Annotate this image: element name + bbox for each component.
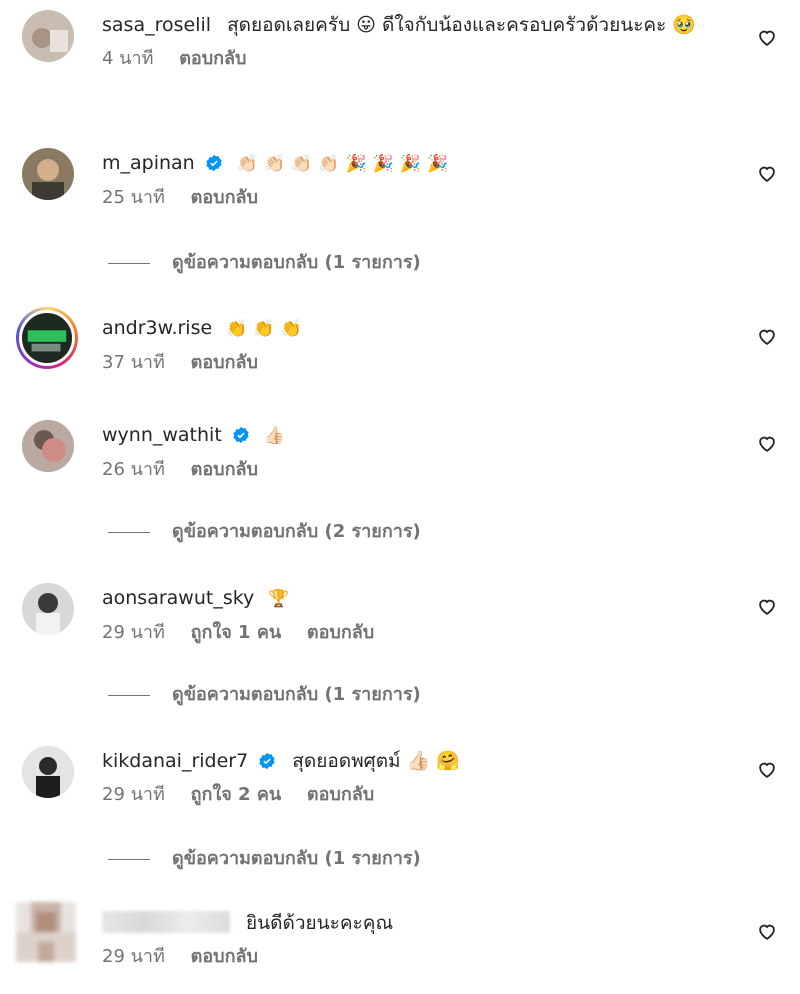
- heart-outline-icon[interactable]: [756, 325, 778, 347]
- comment-line: ยินดีด้วยนะคะคุณ: [102, 908, 740, 938]
- comment-meta: 25 นาที ตอบกลับ: [102, 185, 740, 211]
- reply-button[interactable]: ตอบกลับ: [191, 459, 258, 480]
- comment-username[interactable]: kikdanai_rider7: [102, 750, 248, 772]
- comment-meta: 29 นาที ถูกใจ 2 คน ตอบกลับ: [102, 782, 740, 808]
- comment-line: andr3w.rise 👏👏👏: [102, 313, 740, 344]
- comment-time[interactable]: 29 นาที: [102, 622, 165, 643]
- comment-username[interactable]: aonsarawut_sky: [102, 587, 254, 609]
- comment-time[interactable]: 26 นาที: [102, 459, 165, 480]
- view-replies-button[interactable]: ดูข้อความตอบกลับ (2 รายการ): [108, 518, 421, 546]
- comment-meta: 29 นาที ถูกใจ 1 คน ตอบกลับ: [102, 620, 740, 646]
- comment-text: 🏆: [268, 589, 296, 609]
- likes-count[interactable]: ถูกใจ 2 คน: [191, 784, 282, 805]
- divider: [108, 262, 150, 264]
- view-replies-button[interactable]: ดูข้อความตอบกลับ (1 รายการ): [108, 845, 421, 873]
- comment-time[interactable]: 4 นาที: [102, 48, 153, 69]
- comment-username[interactable]: sasa_roselil: [102, 14, 211, 36]
- comment-meta: 29 นาที ตอบกลับ: [102, 944, 740, 970]
- verified-badge-icon: [233, 426, 249, 444]
- comment-meta: 26 นาที ตอบกลับ: [102, 457, 740, 483]
- divider: [108, 531, 150, 533]
- comment-line: kikdanai_rider7 สุดยอดพศุตม์ 👍🏻 🤗: [102, 746, 740, 776]
- reply-button[interactable]: ตอบกลับ: [179, 48, 246, 69]
- comment-line: aonsarawut_sky 🏆: [102, 583, 740, 614]
- comment-line: wynn_wathit 👍🏻: [102, 420, 740, 451]
- comment-username[interactable]: wynn_wathit: [102, 424, 222, 446]
- comment-line: sasa_roselil สุดยอดเลยครับ 😛 ดีใจกับน้อง…: [102, 10, 740, 40]
- avatar[interactable]: [16, 902, 76, 962]
- avatar[interactable]: [22, 148, 74, 200]
- reply-button[interactable]: ตอบกลับ: [307, 784, 374, 805]
- comment-meta: 4 นาที ตอบกลับ: [102, 46, 740, 72]
- comment-text: สุดยอดพศุตม์ 👍🏻 🤗: [292, 750, 460, 772]
- view-replies-label: ดูข้อความตอบกลับ (1 รายการ): [172, 252, 421, 273]
- reply-button[interactable]: ตอบกลับ: [191, 187, 258, 208]
- heart-outline-icon[interactable]: [756, 162, 778, 184]
- view-replies-label: ดูข้อความตอบกลับ (2 รายการ): [172, 521, 421, 542]
- reply-button[interactable]: ตอบกลับ: [191, 946, 258, 967]
- view-replies-button[interactable]: ดูข้อความตอบกลับ (1 รายการ): [108, 249, 421, 277]
- divider: [108, 858, 150, 860]
- avatar[interactable]: [22, 746, 74, 798]
- heart-outline-icon[interactable]: [756, 432, 778, 454]
- comment-time[interactable]: 29 นาที: [102, 946, 165, 967]
- heart-outline-icon[interactable]: [756, 758, 778, 780]
- comment-time[interactable]: 37 นาที: [102, 352, 165, 373]
- comment-text: สุดยอดเลยครับ 😛 ดีใจกับน้องและครอบครัวด้…: [227, 14, 697, 36]
- verified-badge-icon: [206, 154, 222, 172]
- avatar[interactable]: [22, 420, 74, 472]
- reply-button[interactable]: ตอบกลับ: [191, 352, 258, 373]
- divider: [108, 694, 150, 696]
- comment-time[interactable]: 25 นาที: [102, 187, 165, 208]
- comment-list: sasa_roselil สุดยอดเลยครับ 😛 ดีใจกับน้อง…: [0, 0, 800, 994]
- comment-username[interactable]: m_apinan: [102, 152, 195, 174]
- comment-username[interactable]: andr3w.rise: [102, 317, 212, 339]
- view-replies-button[interactable]: ดูข้อความตอบกลับ (1 รายการ): [108, 681, 421, 709]
- comment-meta: 37 นาที ตอบกลับ: [102, 350, 740, 376]
- comment-time[interactable]: 29 นาที: [102, 784, 165, 805]
- avatar[interactable]: [22, 10, 74, 62]
- redacted-username[interactable]: [102, 911, 230, 933]
- avatar[interactable]: [22, 583, 74, 635]
- comment-line: m_apinan 👏🏻👏🏻👏🏻👏🏻🎉🎉🎉🎉: [102, 148, 740, 179]
- heart-outline-icon[interactable]: [756, 26, 778, 48]
- comment-text: ยินดีด้วยนะคะคุณ: [246, 912, 394, 934]
- comment-text: 👍🏻: [263, 426, 292, 446]
- view-replies-label: ดูข้อความตอบกลับ (1 รายการ): [172, 684, 421, 705]
- view-replies-label: ดูข้อความตอบกลับ (1 รายการ): [172, 848, 421, 869]
- verified-badge-icon: [259, 752, 275, 770]
- likes-count[interactable]: ถูกใจ 1 คน: [191, 622, 282, 643]
- reply-button[interactable]: ตอบกลับ: [307, 622, 374, 643]
- heart-outline-icon[interactable]: [756, 595, 778, 617]
- comment-text: 👏🏻👏🏻👏🏻👏🏻🎉🎉🎉🎉: [236, 154, 455, 174]
- avatar[interactable]: [16, 307, 78, 369]
- comment-text: 👏👏👏: [226, 319, 308, 339]
- heart-outline-icon[interactable]: [756, 920, 778, 942]
